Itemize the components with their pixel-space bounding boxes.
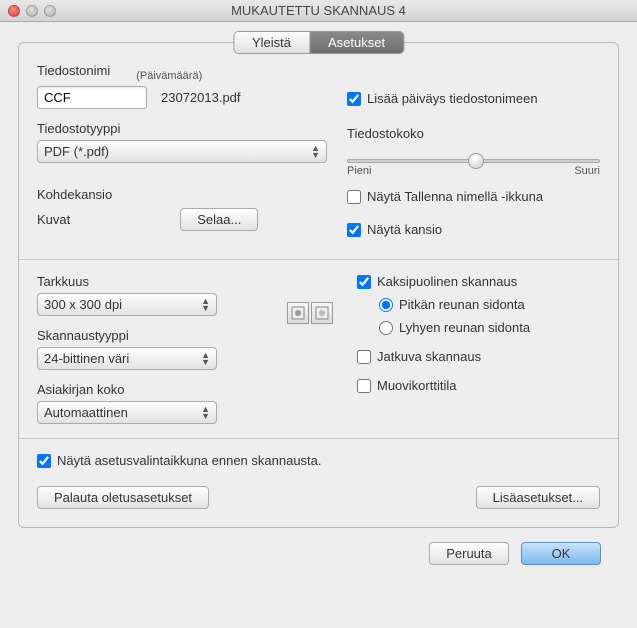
duplex-diagram	[287, 302, 333, 324]
page-back-icon	[311, 302, 333, 324]
date-value: 23072013.pdf	[161, 90, 241, 105]
add-date-box[interactable]	[347, 92, 361, 106]
destfolder-label: Kohdekansio	[37, 187, 347, 202]
show-saveas-checkbox[interactable]: Näytä Tallenna nimellä -ikkuna	[347, 189, 600, 204]
filename-input[interactable]	[37, 86, 147, 109]
short-edge-input[interactable]	[379, 321, 393, 335]
continuous-box[interactable]	[357, 350, 371, 364]
filetype-value: PDF (*.pdf)	[44, 144, 109, 159]
show-saveas-box[interactable]	[347, 190, 361, 204]
browse-button[interactable]: Selaa...	[180, 208, 258, 231]
tab-general[interactable]: Yleistä	[234, 32, 310, 53]
docsize-label: Asiakirjan koko	[37, 382, 287, 397]
continuous-checkbox[interactable]: Jatkuva skannaus	[357, 349, 600, 364]
scantype-dropdown[interactable]: 24-bittinen väri ▲▼	[37, 347, 217, 370]
show-folder-box[interactable]	[347, 223, 361, 237]
docsize-dropdown[interactable]: Automaattinen ▲▼	[37, 401, 217, 424]
duplex-checkbox[interactable]: Kaksipuolinen skannaus	[357, 274, 600, 289]
resolution-label: Tarkkuus	[37, 274, 287, 289]
window-title: MUKAUTETTU SKANNAUS 4	[0, 3, 637, 18]
slider-large-label: Suuri	[574, 165, 600, 177]
chevron-updown-icon: ▲▼	[201, 352, 210, 366]
main-panel: Yleistä Asetukset Tiedostonimi (Päivämää…	[18, 42, 619, 528]
ok-button[interactable]: OK	[521, 542, 601, 565]
resolution-dropdown[interactable]: 300 x 300 dpi ▲▼	[37, 293, 217, 316]
show-settings-checkbox[interactable]: Näytä asetusvalintaikkuna ennen skannaus…	[37, 453, 600, 468]
advanced-button[interactable]: Lisäasetukset...	[476, 486, 600, 509]
plastic-checkbox[interactable]: Muovikorttitila	[357, 378, 600, 393]
show-folder-checkbox[interactable]: Näytä kansio	[347, 222, 600, 237]
chevron-updown-icon: ▲▼	[201, 298, 210, 312]
long-edge-radio[interactable]: Pitkän reunan sidonta	[379, 297, 600, 312]
titlebar: MUKAUTETTU SKANNAUS 4	[0, 0, 637, 22]
date-label: (Päivämäärä)	[136, 70, 202, 82]
filetype-dropdown[interactable]: PDF (*.pdf) ▲▼	[37, 140, 327, 163]
divider-2	[19, 438, 618, 439]
restore-defaults-button[interactable]: Palauta oletusasetukset	[37, 486, 209, 509]
filetype-label: Tiedostotyyppi	[37, 121, 347, 136]
scantype-label: Skannaustyyppi	[37, 328, 287, 343]
show-settings-box[interactable]	[37, 454, 51, 468]
plastic-box[interactable]	[357, 379, 371, 393]
tab-settings[interactable]: Asetukset	[310, 32, 403, 53]
filesize-slider[interactable]: Pieni Suuri	[347, 145, 600, 177]
long-edge-input[interactable]	[379, 298, 393, 312]
chevron-updown-icon: ▲▼	[311, 145, 320, 159]
divider	[19, 259, 618, 260]
add-date-checkbox[interactable]: Lisää päiväys tiedostonimeen	[347, 91, 600, 106]
duplex-box[interactable]	[357, 275, 371, 289]
filesize-label: Tiedostokoko	[347, 126, 600, 141]
tabstrip: Yleistä Asetukset	[233, 31, 404, 54]
images-label: Kuvat	[37, 212, 70, 227]
filename-label: Tiedostonimi	[37, 63, 110, 78]
short-edge-radio[interactable]: Lyhyen reunan sidonta	[379, 320, 600, 335]
page-front-icon	[287, 302, 309, 324]
slider-small-label: Pieni	[347, 165, 371, 177]
cancel-button[interactable]: Peruuta	[429, 542, 509, 565]
chevron-updown-icon: ▲▼	[201, 406, 210, 420]
